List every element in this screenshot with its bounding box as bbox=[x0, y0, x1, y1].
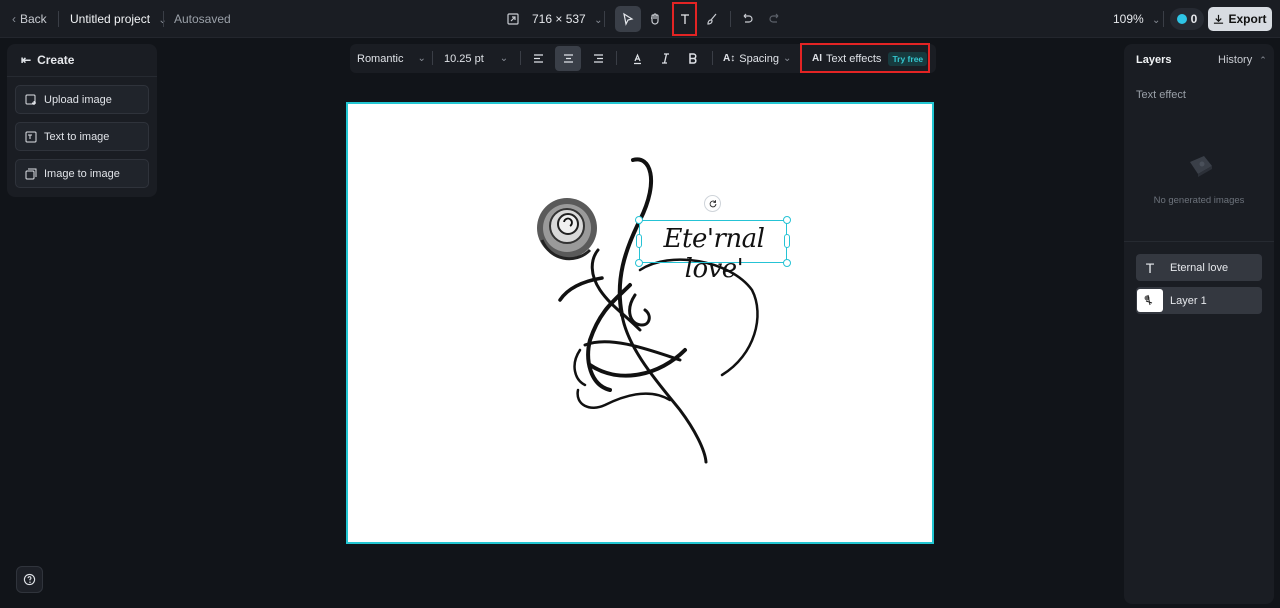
download-icon bbox=[1214, 14, 1224, 24]
text-to-image-icon bbox=[25, 131, 37, 142]
create-panel-header[interactable]: ⇤ Create bbox=[7, 44, 157, 77]
tab-history[interactable]: History ⌃ bbox=[1218, 44, 1267, 77]
zoom-dropdown[interactable]: 109% ⌄ bbox=[1113, 0, 1160, 40]
canvas-size-dropdown[interactable]: 716 × 537 ⌄ bbox=[532, 0, 602, 40]
help-icon bbox=[23, 573, 36, 586]
empty-state-text: No generated images bbox=[1153, 195, 1245, 206]
credits-badge[interactable]: 0 bbox=[1170, 8, 1204, 30]
layer-name: Eternal love bbox=[1170, 261, 1229, 274]
resize-handle-bottom-left[interactable] bbox=[635, 259, 643, 267]
redo-icon[interactable] bbox=[762, 6, 788, 32]
save-status: Autosaved bbox=[174, 12, 231, 26]
font-size-value: 10.25 pt bbox=[444, 52, 484, 65]
select-pointer-icon[interactable] bbox=[615, 6, 641, 32]
divider bbox=[432, 51, 433, 65]
text-to-image-label: Text to image bbox=[44, 130, 110, 143]
text-layer-icon: T bbox=[1145, 259, 1155, 276]
canvas-size: 716 × 537 bbox=[532, 12, 586, 26]
help-button[interactable] bbox=[16, 566, 43, 593]
hand-pan-icon[interactable] bbox=[642, 6, 668, 32]
chevron-down-icon: ⌄ bbox=[783, 53, 792, 64]
resize-icon[interactable] bbox=[500, 6, 526, 32]
text-layer-content[interactable]: Ete'rnal love' bbox=[640, 224, 788, 284]
layer-name: Layer 1 bbox=[1170, 294, 1207, 307]
divider bbox=[712, 51, 713, 65]
zoom-level: 109% bbox=[1113, 12, 1144, 26]
upload-image-label: Upload image bbox=[44, 93, 112, 106]
divider bbox=[520, 51, 521, 65]
rose-tattoo-image[interactable] bbox=[530, 150, 770, 470]
bold-icon[interactable] bbox=[679, 46, 705, 71]
spacing-label: Spacing bbox=[739, 52, 779, 65]
back-label: Back bbox=[20, 12, 47, 26]
layers-panel: Layers History ⌃ Text effect No generate… bbox=[1124, 44, 1274, 604]
spacing-dropdown[interactable]: A↕ Spacing ⌄ bbox=[723, 44, 791, 73]
align-right-icon[interactable] bbox=[585, 46, 611, 71]
divider bbox=[1124, 241, 1274, 242]
divider bbox=[604, 11, 605, 27]
highlight-box bbox=[800, 43, 930, 73]
font-family-dropdown[interactable]: Romantic ⌄ bbox=[357, 44, 426, 73]
create-title: Create bbox=[37, 53, 75, 67]
brush-icon[interactable] bbox=[699, 6, 725, 32]
divider bbox=[163, 11, 164, 27]
history-label: History bbox=[1218, 54, 1253, 66]
chevron-up-icon: ⌃ bbox=[1259, 55, 1267, 65]
upload-image-icon bbox=[25, 94, 36, 105]
resize-handle-left[interactable] bbox=[636, 234, 642, 248]
credit-icon bbox=[1176, 14, 1187, 24]
resize-handle-top-left[interactable] bbox=[635, 216, 643, 224]
image-to-image-label: Image to image bbox=[44, 167, 120, 180]
italic-icon[interactable] bbox=[652, 46, 678, 71]
layer-item-text[interactable]: T Eternal love bbox=[1136, 254, 1262, 281]
back-button[interactable]: ‹ Back bbox=[12, 0, 47, 38]
export-label: Export bbox=[1228, 12, 1267, 26]
align-left-icon[interactable] bbox=[525, 46, 551, 71]
create-panel: ⇤ Create Upload image Text to image Imag… bbox=[7, 44, 157, 197]
upload-image-button[interactable]: Upload image bbox=[15, 85, 149, 114]
collapse-arrow-icon: ⇤ bbox=[21, 53, 32, 67]
selected-text-layer[interactable]: Ete'rnal love' bbox=[639, 220, 787, 284]
project-title: Untitled project bbox=[70, 12, 151, 26]
export-button[interactable]: Export bbox=[1208, 7, 1272, 31]
tab-layers[interactable]: Layers bbox=[1136, 44, 1171, 77]
resize-handle-top-right[interactable] bbox=[783, 216, 791, 224]
section-title: Text effect bbox=[1136, 89, 1186, 101]
divider bbox=[616, 51, 617, 65]
spacing-icon: A↕ bbox=[723, 53, 736, 64]
image-layer-thumbnail bbox=[1137, 289, 1163, 312]
chevron-down-icon: ⌄ bbox=[499, 53, 509, 64]
image-to-image-button[interactable]: Image to image bbox=[15, 159, 149, 188]
text-color-icon[interactable] bbox=[624, 46, 650, 71]
divider bbox=[58, 11, 59, 27]
chevron-down-icon: ⌄ bbox=[1152, 15, 1161, 26]
rotate-handle-icon[interactable] bbox=[704, 195, 721, 212]
text-tool-icon[interactable] bbox=[672, 2, 697, 36]
chevron-down-icon: ⌄ bbox=[594, 15, 603, 26]
project-title-dropdown[interactable]: Untitled project ⌄ bbox=[70, 0, 167, 40]
resize-handle-right[interactable] bbox=[784, 234, 790, 248]
undo-icon[interactable] bbox=[734, 6, 760, 32]
align-center-icon[interactable] bbox=[555, 46, 581, 71]
top-bar: ‹Back Untitled project ⌄ Autosaved 716 ×… bbox=[0, 0, 1280, 38]
font-family-value: Romantic bbox=[357, 52, 404, 65]
resize-handle-bottom-right[interactable] bbox=[783, 259, 791, 267]
layer-item-image[interactable]: Layer 1 bbox=[1136, 287, 1262, 314]
chevron-down-icon: ⌄ bbox=[417, 53, 426, 64]
empty-images-icon bbox=[1190, 156, 1212, 177]
divider bbox=[730, 11, 731, 27]
font-size-dropdown[interactable]: 10.25 pt ⌄ bbox=[444, 44, 508, 73]
credit-count: 0 bbox=[1190, 12, 1198, 26]
divider bbox=[1163, 11, 1164, 27]
text-to-image-button[interactable]: Text to image bbox=[15, 122, 149, 151]
rose-flower bbox=[537, 198, 597, 261]
image-to-image-icon bbox=[25, 168, 37, 179]
